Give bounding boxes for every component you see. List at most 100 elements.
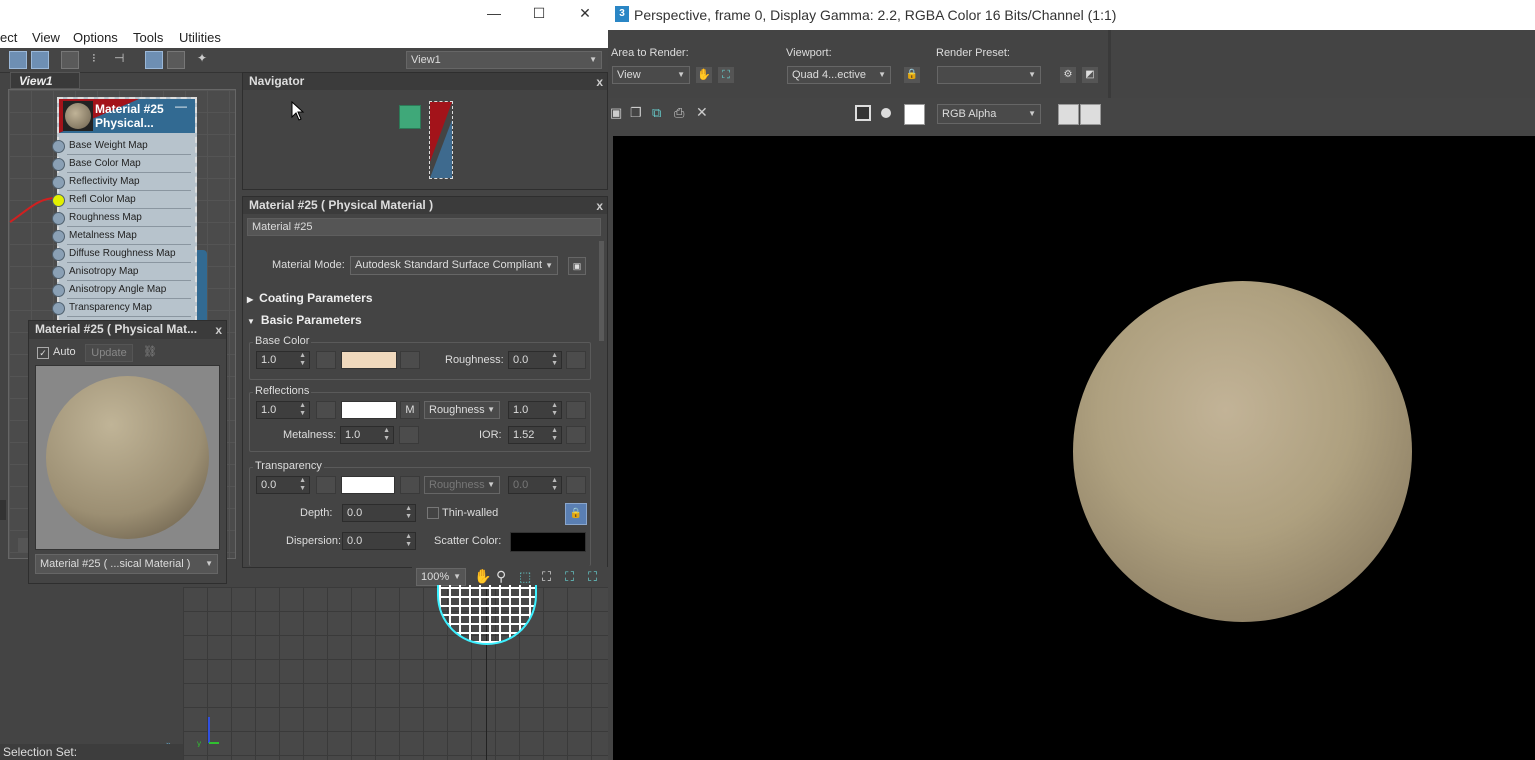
viewport-dropdown[interactable]: Quad 4...ective ▼	[787, 66, 891, 84]
trans-weight-map-button[interactable]	[316, 476, 336, 494]
save-icon[interactable]: ▣	[568, 257, 586, 275]
lock-icon[interactable]: 🔒	[565, 503, 587, 525]
alpha-channel-toggle[interactable]	[855, 105, 871, 121]
print-icon[interactable]: ⎙	[674, 105, 684, 121]
3d-viewport[interactable]: y	[183, 585, 608, 760]
area-to-render-dropdown[interactable]: View ▼	[612, 66, 690, 84]
material-node-header[interactable]: Material #25 Physical... —	[59, 99, 195, 133]
zoom-magnifier-icon[interactable]: ⚲	[496, 568, 506, 585]
slot-roughness-map[interactable]: Roughness Map	[52, 209, 195, 227]
monochrome-toggle[interactable]	[881, 108, 891, 118]
base-roughness-spinner[interactable]: 0.0 ▲ ▼	[508, 351, 562, 369]
save-image-icon[interactable]: ▣	[610, 105, 622, 121]
assign-material-icon[interactable]	[61, 51, 79, 69]
material-mode-dropdown[interactable]: Autodesk Standard Surface Compliant ▼	[350, 256, 558, 275]
update-button[interactable]: Update	[85, 344, 133, 362]
collapse-button[interactable]: —	[175, 99, 187, 113]
maximize-button[interactable]: ☐	[519, 3, 559, 23]
display-image-icon[interactable]	[1058, 104, 1079, 125]
trans-mode-dropdown[interactable]: Roughness ▼	[424, 476, 500, 494]
zoom-all-icon[interactable]: ⛶	[588, 569, 597, 585]
basic-parameters-rollout[interactable]: ▼ Basic Parameters	[247, 311, 595, 329]
trans-roughness-spinner[interactable]: 0.0 ▲ ▼	[508, 476, 562, 494]
depth-spinner[interactable]: 0.0 ▲ ▼	[342, 504, 416, 522]
metalness-map-button[interactable]	[399, 426, 419, 444]
pick-material-icon[interactable]	[31, 51, 49, 69]
zoom-region-icon[interactable]: ⬚	[519, 569, 531, 585]
trans-weight-spinner[interactable]: 0.0 ▲ ▼	[256, 476, 310, 494]
pan-hand-icon[interactable]: ✋	[474, 568, 491, 585]
scroll-handle[interactable]	[0, 500, 6, 520]
slot-diffuse-roughness-map[interactable]: Diffuse Roughness Map	[52, 245, 195, 263]
lock-viewport-icon[interactable]: 🔒	[904, 67, 920, 83]
trans-roughness-map-button[interactable]	[566, 476, 586, 494]
metalness-spinner[interactable]: 1.0 ▲ ▼	[340, 426, 394, 444]
side-tool-icon[interactable]	[18, 538, 28, 552]
swatch-color-icon[interactable]	[904, 104, 925, 125]
input-socket-icon[interactable]	[52, 158, 65, 171]
menu-view[interactable]: View	[32, 30, 60, 45]
trans-color-map-button[interactable]	[400, 476, 420, 494]
refl-weight-spinner[interactable]: 1.0 ▲ ▼	[256, 401, 310, 419]
minimize-button[interactable]: —	[474, 3, 514, 23]
refl-color-swatch[interactable]	[341, 401, 397, 419]
auto-region-icon[interactable]: ⛶	[718, 67, 734, 83]
params-scrollbar[interactable]	[599, 241, 604, 341]
copy-image-icon[interactable]: ❐	[630, 105, 642, 121]
slot-base-weight-map[interactable]: Base Weight Map	[52, 137, 195, 155]
show-frame-window-icon[interactable]	[1080, 104, 1101, 125]
material-node[interactable]: Material #25 Physical... — Base Weight M…	[52, 97, 197, 322]
base-roughness-map-button[interactable]	[566, 351, 586, 369]
material-id-icon[interactable]: ✦	[197, 51, 215, 69]
edit-region-icon[interactable]: ✋	[696, 67, 712, 83]
input-socket-icon[interactable]	[52, 302, 65, 315]
preview-material-dropdown[interactable]: Material #25 ( ...sical Material ) ▼	[35, 554, 218, 574]
select-tool-icon[interactable]	[9, 51, 27, 69]
close-icon[interactable]: x	[596, 74, 603, 91]
view-dropdown[interactable]: View1 ▼	[406, 51, 602, 69]
trans-color-swatch[interactable]	[341, 476, 395, 494]
refl-mode-dropdown[interactable]: Roughness ▼	[424, 401, 500, 419]
close-icon[interactable]: x	[215, 322, 222, 339]
menu-options[interactable]: Options	[73, 30, 118, 45]
move-children-icon[interactable]: ⁝	[92, 51, 110, 69]
base-color-map-button[interactable]	[400, 351, 420, 369]
clone-frame-icon[interactable]: ⧉	[652, 105, 661, 121]
input-socket-icon[interactable]	[52, 140, 65, 153]
material-name-field[interactable]: Material #25	[247, 218, 601, 236]
zoom-dropdown[interactable]: 100% ▼	[416, 568, 466, 586]
refl-roughness-spinner[interactable]: 1.0 ▲ ▼	[508, 401, 562, 419]
coating-parameters-rollout[interactable]: ▶ Coating Parameters	[247, 289, 595, 307]
slot-reflectivity-map[interactable]: Reflectivity Map	[52, 173, 195, 191]
menu-tools[interactable]: Tools	[133, 30, 163, 45]
input-socket-icon[interactable]	[52, 194, 65, 207]
input-socket-icon[interactable]	[52, 176, 65, 189]
input-socket-icon[interactable]	[52, 248, 65, 261]
input-socket-icon[interactable]	[52, 266, 65, 279]
auto-checkbox[interactable]: ✓	[37, 347, 49, 359]
menu-select[interactable]: ect	[0, 30, 17, 45]
zoom-extents-selected-icon[interactable]: ⛶	[565, 569, 574, 585]
dispersion-spinner[interactable]: 0.0 ▲ ▼	[342, 532, 416, 550]
refl-weight-map-button[interactable]	[316, 401, 336, 419]
layout-icon[interactable]: ⊣	[114, 51, 132, 69]
close-button[interactable]: ✕	[565, 3, 605, 23]
channel-dropdown[interactable]: RGB Alpha ▼	[937, 104, 1041, 124]
wireframe-sphere[interactable]	[437, 585, 537, 645]
base-weight-spinner[interactable]: 1.0 ▲ ▼	[256, 351, 310, 369]
input-socket-icon[interactable]	[52, 212, 65, 225]
ior-spinner[interactable]: 1.52 ▲ ▼	[508, 426, 562, 444]
environment-icon[interactable]: ◩	[1082, 67, 1098, 83]
lock-icon[interactable]: ⛓	[143, 345, 157, 358]
input-socket-icon[interactable]	[52, 284, 65, 297]
slot-anisotropy-map[interactable]: Anisotropy Map	[52, 263, 195, 281]
slot-transparency-map[interactable]: Transparency Map	[52, 299, 195, 317]
render-setup-icon[interactable]: ⚙	[1060, 67, 1076, 83]
slot-anisotropy-angle-map[interactable]: Anisotropy Angle Map	[52, 281, 195, 299]
navigator-viewport-frame[interactable]	[429, 101, 453, 179]
thin-walled-checkbox[interactable]	[427, 507, 439, 519]
slot-base-color-map[interactable]: Base Color Map	[52, 155, 195, 173]
zoom-extents-icon[interactable]: ⛶	[542, 569, 551, 585]
render-preset-dropdown[interactable]: ▼	[937, 66, 1041, 84]
menu-utilities[interactable]: Utilities	[179, 30, 221, 45]
